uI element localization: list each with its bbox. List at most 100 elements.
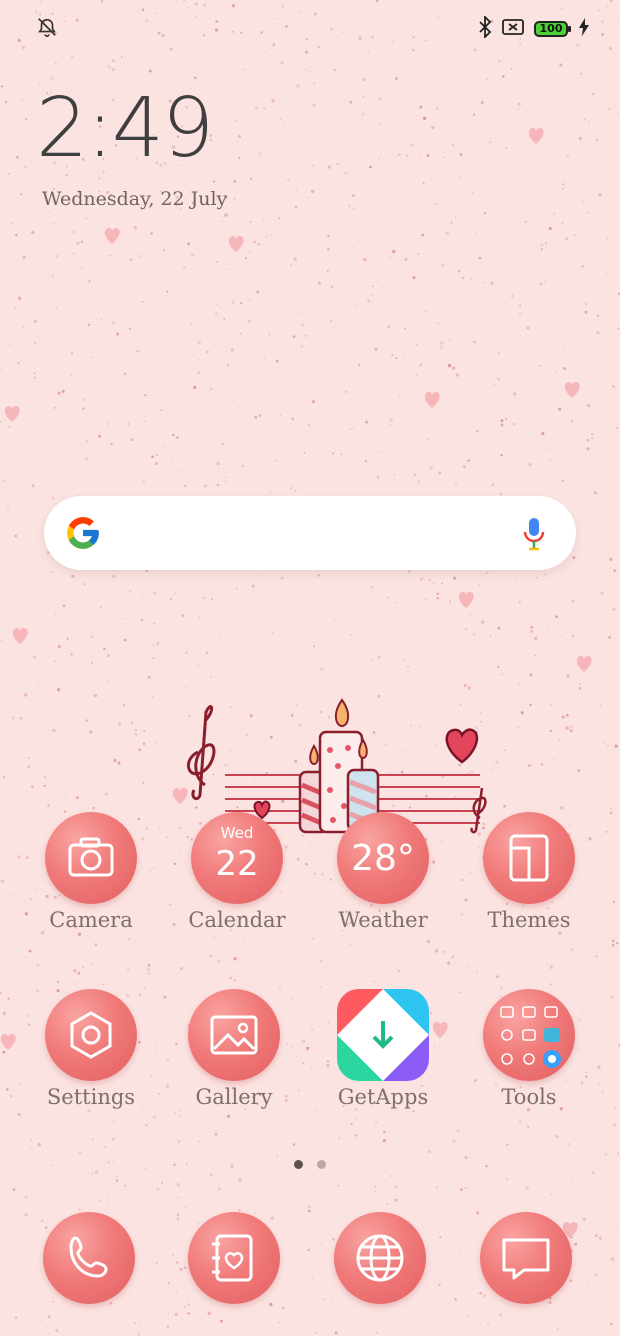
page-indicator[interactable]	[294, 1160, 326, 1169]
wallpaper-speckle	[142, 742, 146, 746]
app-settings[interactable]: Settings	[21, 989, 161, 1109]
wallpaper-speckle	[547, 662, 549, 665]
wallpaper-speckle	[460, 1188, 463, 1192]
wallpaper-speckle	[308, 1205, 311, 1208]
wallpaper-speckle	[480, 620, 485, 624]
wallpaper-speckle	[540, 243, 543, 247]
app-label: Gallery	[195, 1085, 273, 1109]
microphone-icon[interactable]	[522, 516, 546, 556]
wallpaper-speckle	[596, 331, 600, 335]
wallpaper-speckle	[83, 609, 86, 611]
wallpaper-speckle	[599, 704, 602, 707]
wallpaper-speckle	[348, 205, 351, 207]
wallpaper-speckle	[55, 254, 59, 259]
wallpaper-heart	[12, 628, 28, 644]
wallpaper-speckle	[54, 612, 57, 615]
wallpaper-speckle	[152, 591, 157, 595]
wallpaper-speckle	[415, 343, 419, 346]
dock-messages[interactable]	[456, 1212, 596, 1304]
bluetooth-icon	[478, 14, 492, 42]
wallpaper-speckle	[412, 1110, 415, 1112]
app-themes[interactable]: Themes	[459, 812, 599, 932]
wallpaper-speckle	[167, 1312, 169, 1315]
wallpaper-speckle	[127, 182, 129, 185]
wallpaper-speckle	[569, 301, 571, 303]
app-gallery[interactable]: Gallery	[164, 989, 304, 1109]
wallpaper-speckle	[70, 352, 74, 355]
dock-contacts[interactable]	[164, 1212, 304, 1304]
wallpaper-speckle	[14, 534, 17, 538]
wallpaper-speckle	[598, 1236, 602, 1240]
wallpaper-speckle	[538, 954, 540, 956]
wallpaper-speckle	[314, 1109, 316, 1111]
wallpaper-speckle	[66, 637, 69, 640]
wallpaper-speckle	[488, 141, 492, 144]
clock-time[interactable]: 2:49	[36, 88, 214, 170]
dock-phone[interactable]	[19, 1212, 159, 1304]
wallpaper-speckle	[426, 939, 431, 944]
tools-folder-icon	[483, 989, 575, 1081]
wallpaper-speckle	[586, 438, 590, 442]
wallpaper-speckle	[374, 1186, 377, 1189]
wallpaper-heart	[528, 128, 544, 144]
app-calendar[interactable]: Wed 22 Calendar	[167, 812, 307, 932]
wallpaper-speckle	[217, 467, 219, 469]
wallpaper-speckle	[115, 332, 120, 336]
wallpaper-speckle	[72, 252, 75, 255]
wallpaper-speckle	[336, 162, 339, 165]
wallpaper-speckle	[209, 1173, 213, 1177]
wallpaper-speckle	[390, 166, 392, 168]
wallpaper-speckle	[436, 322, 439, 325]
wallpaper-speckle	[378, 158, 380, 160]
app-weather[interactable]: 28° Weather	[313, 812, 453, 932]
wallpaper-speckle	[279, 414, 281, 417]
app-getapps[interactable]: GetApps	[313, 989, 453, 1109]
wallpaper-speckle	[221, 220, 223, 222]
wallpaper-speckle	[115, 1179, 118, 1182]
app-camera[interactable]: Camera	[21, 812, 161, 932]
page-dot[interactable]	[294, 1160, 303, 1169]
wallpaper-speckle	[190, 323, 193, 326]
wallpaper-speckle	[33, 372, 36, 375]
wallpaper-speckle	[284, 125, 286, 127]
wallpaper-speckle	[582, 200, 585, 203]
wallpaper-speckle	[11, 1327, 13, 1329]
wallpaper-speckle	[417, 480, 421, 483]
wallpaper-speckle	[61, 389, 65, 393]
wallpaper-speckle	[434, 202, 437, 206]
wallpaper-speckle	[0, 639, 3, 642]
wallpaper-speckle	[314, 1332, 317, 1334]
wallpaper-speckle	[280, 61, 284, 65]
clock-date[interactable]: Wednesday, 22 July	[42, 188, 227, 210]
wallpaper-speckle	[349, 100, 353, 104]
wallpaper-speckle	[565, 726, 569, 730]
wallpaper-speckle	[330, 320, 333, 323]
wallpaper-speckle	[364, 459, 368, 463]
wallpaper-speckle	[112, 1120, 115, 1123]
app-tools-folder[interactable]: Tools	[459, 989, 599, 1109]
page-dot[interactable]	[317, 1160, 326, 1169]
wallpaper-speckle	[460, 394, 463, 396]
wallpaper-speckle	[441, 263, 445, 267]
wallpaper-speckle	[547, 628, 549, 630]
wallpaper-speckle	[36, 963, 40, 967]
wallpaper-speckle	[497, 391, 500, 393]
wallpaper-speckle	[371, 285, 374, 288]
wallpaper-speckle	[428, 1159, 430, 1161]
wallpaper-speckle	[83, 582, 87, 586]
wallpaper-speckle	[7, 997, 10, 1000]
wallpaper-speckle	[167, 789, 169, 791]
themes-icon	[483, 812, 575, 904]
dock-browser[interactable]	[310, 1212, 450, 1304]
wallpaper-speckle	[612, 385, 615, 388]
wallpaper-speckle	[578, 687, 582, 690]
wallpaper-speckle	[549, 729, 552, 733]
wallpaper-heart	[458, 592, 474, 608]
wallpaper-speckle	[176, 1183, 180, 1187]
wallpaper-speckle	[128, 589, 131, 592]
wallpaper-speckle	[406, 154, 409, 157]
google-search-bar[interactable]	[44, 496, 576, 570]
wallpaper-speckle	[352, 207, 355, 210]
wallpaper-speckle	[515, 581, 517, 583]
wallpaper-speckle	[462, 465, 466, 469]
